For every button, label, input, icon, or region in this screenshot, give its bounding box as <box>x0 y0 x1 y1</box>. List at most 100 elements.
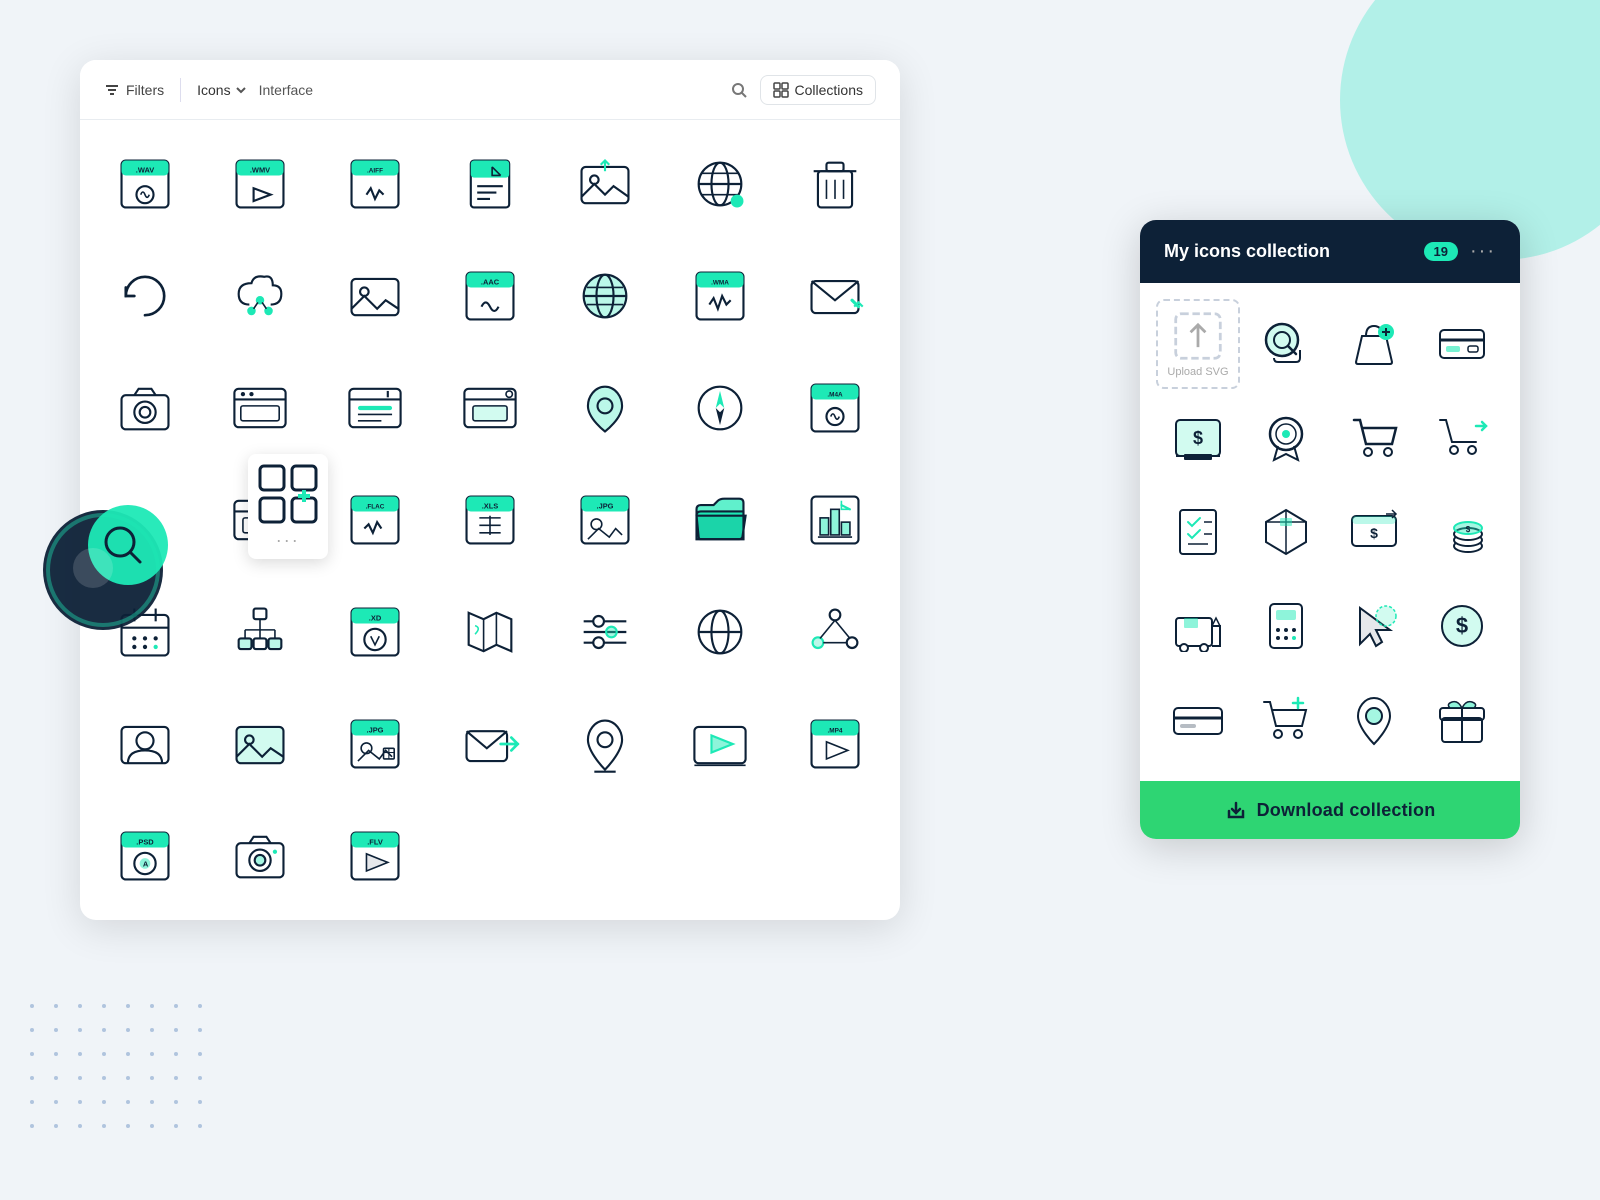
icon-cell-folder-open[interactable] <box>662 464 777 576</box>
svg-text:.XLS: .XLS <box>482 501 499 510</box>
panel-more-button[interactable]: ··· <box>1470 240 1496 263</box>
filters-button[interactable]: Filters <box>104 82 164 98</box>
icon-cell-cloud-share[interactable] <box>203 240 318 352</box>
icon-cell-jpg2[interactable]: .JPG <box>318 688 433 800</box>
icon-cell-camera[interactable] <box>88 352 203 464</box>
icon-cell-browser[interactable] <box>203 352 318 464</box>
panel-icon-cart-add[interactable] <box>1244 675 1328 765</box>
icon-cell-xls[interactable]: .XLS <box>433 464 548 576</box>
icon-cell-xd[interactable]: .XD <box>318 576 433 688</box>
deco-dots <box>30 1004 214 1140</box>
svg-text:.WAV: .WAV <box>136 165 155 174</box>
panel-icon-calculator[interactable] <box>1244 581 1328 671</box>
icon-cell-video[interactable] <box>662 688 777 800</box>
svg-text:.FLV: .FLV <box>367 837 383 846</box>
icon-cell-refresh[interactable] <box>88 240 203 352</box>
icon-cell-flac[interactable]: .FLAC <box>318 464 433 576</box>
panel-icon-search-chat[interactable] <box>1244 299 1328 389</box>
icon-cell-chart[interactable] <box>777 464 892 576</box>
panel-title: My icons collection <box>1164 241 1412 262</box>
panel-icon-price-display[interactable]: $ <box>1156 393 1240 483</box>
upload-label: Upload SVG <box>1167 366 1228 378</box>
svg-text:.AAC: .AAC <box>481 277 500 286</box>
icon-cell-globe[interactable] <box>662 128 777 240</box>
icon-cell-jpg[interactable]: .JPG <box>547 464 662 576</box>
panel-icon-grid: Upload SVG <box>1140 283 1520 781</box>
panel-icon-money-exchange[interactable]: $ <box>1332 487 1416 577</box>
panel-icon-shop-bag-add[interactable] <box>1332 299 1416 389</box>
panel-icon-dollar-circle[interactable]: $ <box>1420 581 1504 671</box>
icon-cell-wma[interactable]: .WMA <box>662 240 777 352</box>
panel-icon-cart-arrow[interactable] <box>1420 393 1504 483</box>
collections-button[interactable]: Collections <box>760 75 876 105</box>
panel-icon-gift[interactable] <box>1420 675 1504 765</box>
icon-cell-aiff[interactable]: .AIFF <box>318 128 433 240</box>
icon-cell-globe2[interactable] <box>547 240 662 352</box>
upload-svg-cell[interactable]: Upload SVG <box>1156 299 1240 389</box>
svg-text:$: $ <box>1466 525 1471 534</box>
search-button[interactable] <box>730 81 748 99</box>
icon-cell-with-tooltip[interactable]: ··· <box>203 464 318 576</box>
svg-text:A: A <box>143 860 149 869</box>
icon-cell-trash[interactable] <box>777 128 892 240</box>
icon-cell-envelope[interactable] <box>777 240 892 352</box>
panel-icon-shipping[interactable] <box>1156 581 1240 671</box>
panel-icon-cart[interactable] <box>1332 393 1416 483</box>
main-browser-card: Filters Icons Interface Collections <box>80 60 900 920</box>
panel-icon-package[interactable] <box>1244 487 1328 577</box>
collection-panel: My icons collection 19 ··· Upload SVG <box>1140 220 1520 839</box>
icon-cell-image[interactable] <box>318 240 433 352</box>
topbar: Filters Icons Interface Collections <box>80 60 900 120</box>
icon-cell-browser2[interactable] <box>318 352 433 464</box>
svg-text:.JPG: .JPG <box>367 725 384 734</box>
panel-icon-credit-card2[interactable] <box>1156 675 1240 765</box>
icon-cell-aac[interactable]: .AAC <box>433 240 548 352</box>
divider-1 <box>180 78 181 102</box>
svg-text:$: $ <box>1456 613 1468 638</box>
panel-icon-cursor[interactable] <box>1332 581 1416 671</box>
svg-text:.FLAC: .FLAC <box>366 503 385 510</box>
panel-icon-receipt[interactable] <box>1156 487 1240 577</box>
icon-cell-globe3[interactable] <box>662 576 777 688</box>
icon-cell-wmv[interactable]: .WMV <box>203 128 318 240</box>
svg-text:.MP4: .MP4 <box>827 727 842 734</box>
icon-cell-doc[interactable] <box>433 128 548 240</box>
icon-cell-pin[interactable] <box>547 352 662 464</box>
svg-text:$: $ <box>1193 428 1203 448</box>
svg-text:.AIFF: .AIFF <box>367 167 383 174</box>
speech-bubble-deco <box>28 480 188 645</box>
panel-icon-map-pin[interactable] <box>1332 675 1416 765</box>
svg-text:$: $ <box>1370 525 1378 541</box>
icon-cell-image-upload[interactable] <box>547 128 662 240</box>
svg-text:.WMA: .WMA <box>711 279 729 286</box>
download-collection-button[interactable]: Download collection <box>1140 781 1520 839</box>
icon-cell-profile[interactable] <box>88 688 203 800</box>
icon-cell-mp4[interactable]: .MP4 <box>777 688 892 800</box>
icon-cell-browser3[interactable] <box>433 352 548 464</box>
icon-cell-email-send[interactable] <box>433 688 548 800</box>
download-label: Download collection <box>1257 800 1436 821</box>
icon-cell-m4a[interactable]: .M4A <box>777 352 892 464</box>
svg-text:.PSD: .PSD <box>137 837 155 846</box>
icon-cell-sliders[interactable] <box>547 576 662 688</box>
icon-cell-flv[interactable]: .FLV <box>318 800 433 912</box>
panel-icon-credit-card[interactable] <box>1420 299 1504 389</box>
panel-header: My icons collection 19 ··· <box>1140 220 1520 283</box>
breadcrumb: Interface <box>259 82 313 98</box>
panel-icon-coins[interactable]: $ <box>1420 487 1504 577</box>
svg-text:.M4A: .M4A <box>827 391 843 398</box>
icon-cell-location2[interactable] <box>547 688 662 800</box>
icon-cell-psd[interactable]: .PSD A <box>88 800 203 912</box>
icon-grid: .WAV .WMV .AIFF <box>80 120 900 920</box>
icon-cell-image2[interactable] <box>203 688 318 800</box>
icon-cell-wav[interactable]: .WAV <box>88 128 203 240</box>
svg-text:.JPG: .JPG <box>596 501 613 510</box>
icon-cell-compass[interactable] <box>662 352 777 464</box>
icon-cell-hierarchy[interactable] <box>203 576 318 688</box>
icon-cell-camera2[interactable] <box>203 800 318 912</box>
icon-cell-network[interactable] <box>777 576 892 688</box>
icons-dropdown[interactable]: Icons <box>197 82 246 98</box>
panel-icon-award[interactable] <box>1244 393 1328 483</box>
icon-cell-map[interactable] <box>433 576 548 688</box>
svg-text:.WMV: .WMV <box>250 165 270 174</box>
